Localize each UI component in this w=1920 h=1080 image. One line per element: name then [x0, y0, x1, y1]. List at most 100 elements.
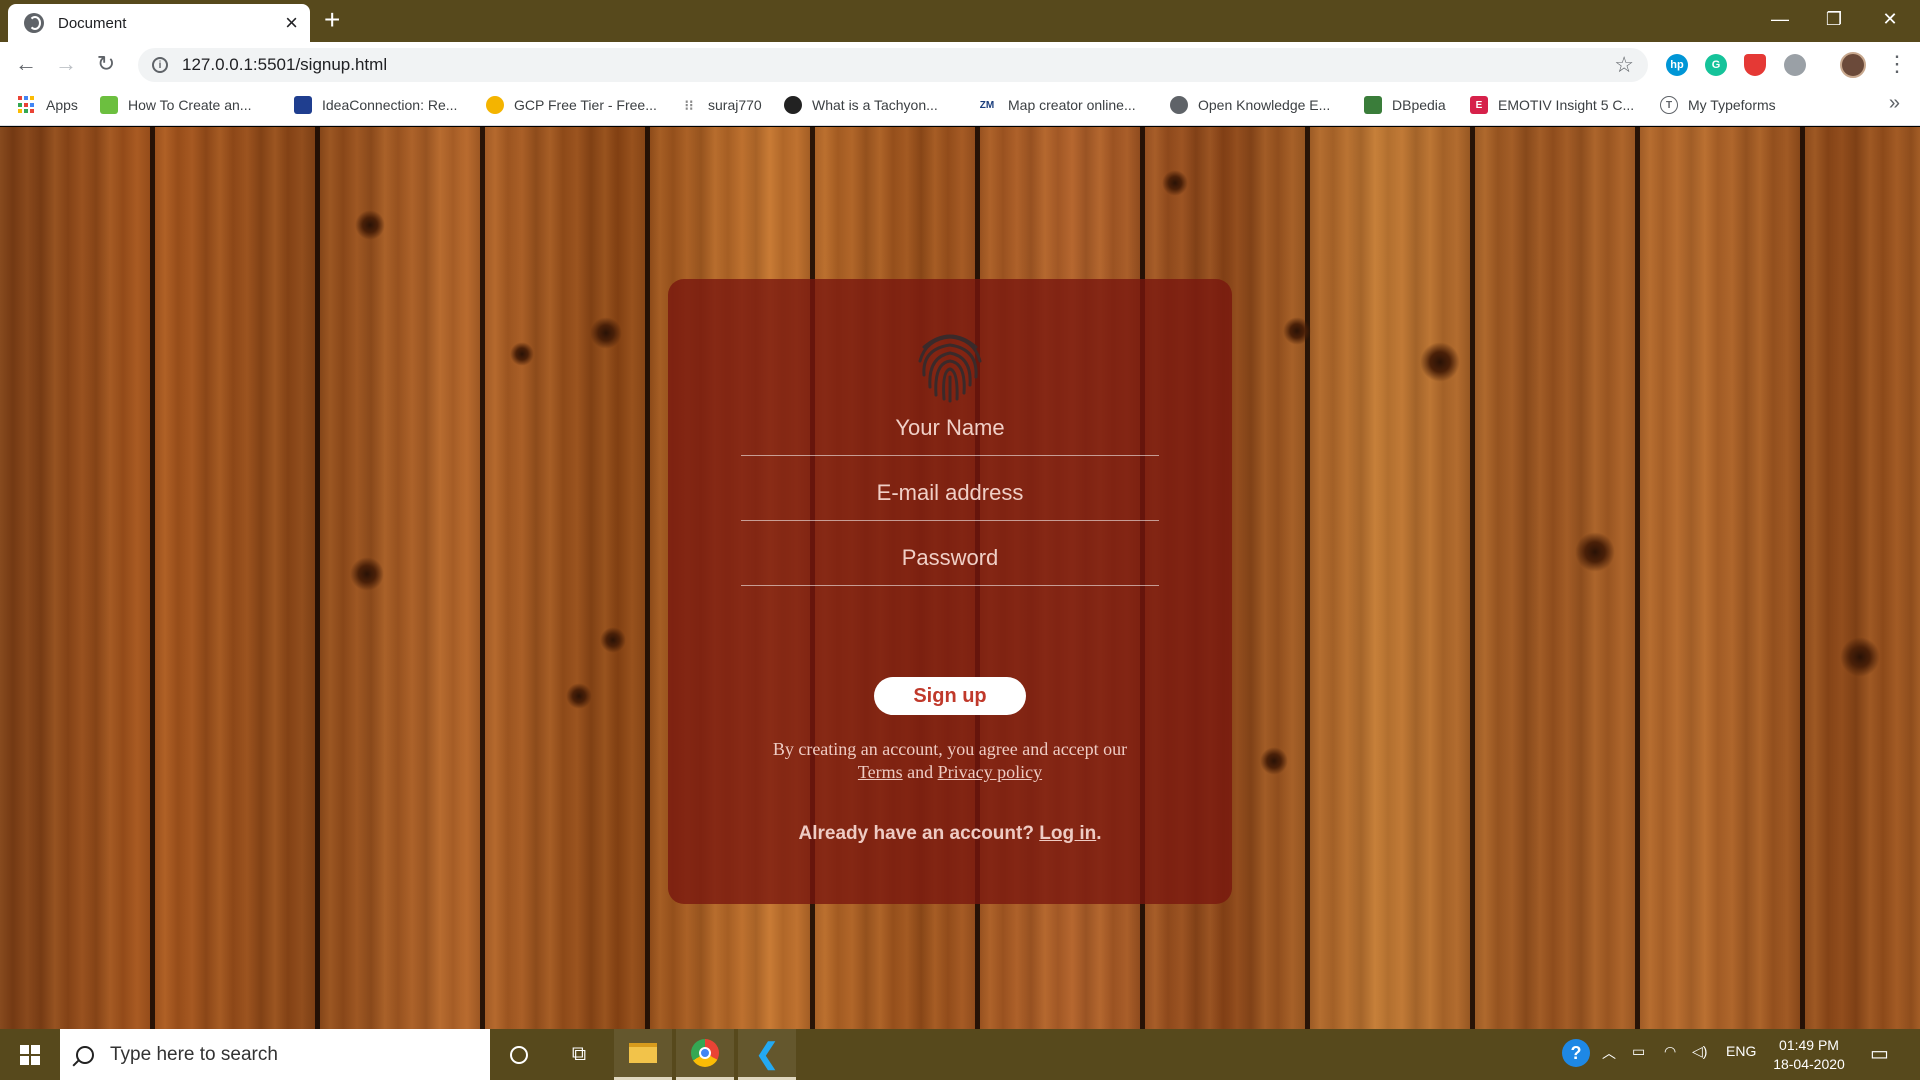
- bookmark-label: Map creator online...: [1008, 97, 1136, 113]
- browser-tab[interactable]: Document ×: [8, 4, 310, 42]
- tachyon-icon: [784, 96, 802, 114]
- tab-title: Document: [58, 14, 127, 32]
- battery-icon[interactable]: ▭: [1632, 1043, 1645, 1060]
- terms-prefix: By creating an account, you agree and ac…: [772, 739, 1128, 759]
- bookmarks-bar: Apps How To Create an... IdeaConnection:…: [0, 86, 1920, 126]
- minimize-button[interactable]: —: [1752, 0, 1808, 38]
- tab-close-icon[interactable]: ×: [285, 12, 298, 34]
- back-arrow-icon[interactable]: ←: [12, 50, 40, 78]
- reload-icon[interactable]: ↻: [92, 50, 120, 78]
- url-text: 127.0.0.1:5501/signup.html: [182, 55, 388, 74]
- shield-extension-icon[interactable]: [1744, 54, 1766, 76]
- clock-date: 18-04-2020: [1773, 1056, 1845, 1072]
- name-field: [741, 400, 1159, 456]
- login-suffix: .: [1096, 823, 1102, 844]
- globe-icon: [24, 13, 44, 33]
- bookmark-star-icon[interactable]: ☆: [1614, 52, 1634, 78]
- tray-chevron-icon[interactable]: ︿: [1602, 1043, 1616, 1063]
- wood-knot: [1575, 532, 1615, 572]
- help-icon[interactable]: ?: [1562, 1039, 1590, 1067]
- bookmark-label: GCP Free Tier - Free...: [514, 97, 657, 113]
- bookmark-label: How To Create an...: [128, 97, 252, 113]
- chrome-button[interactable]: [676, 1029, 734, 1080]
- bookmark-item[interactable]: How To Create an...: [100, 96, 251, 114]
- idea-icon: [294, 96, 312, 114]
- bookmark-label: Apps: [46, 97, 78, 113]
- bookmark-label: EMOTIV Insight 5 C...: [1498, 97, 1635, 113]
- wood-knot: [600, 627, 626, 653]
- bookmark-label: suraj770: [708, 97, 762, 113]
- window-close-button[interactable]: ✕: [1862, 0, 1918, 38]
- already-text: Already have an account?: [798, 823, 1034, 844]
- name-input[interactable]: [741, 414, 1159, 441]
- dbpedia-icon: [1364, 96, 1382, 114]
- wood-knot: [1840, 637, 1880, 677]
- privacy-policy-link[interactable]: Privacy policy: [938, 762, 1042, 782]
- start-button[interactable]: [0, 1029, 60, 1080]
- page-background: Sign up By creating an account, you agre…: [0, 127, 1920, 1029]
- hp-extension-icon[interactable]: hp: [1666, 54, 1688, 76]
- new-tab-button[interactable]: +: [324, 6, 340, 34]
- restore-button[interactable]: ❐: [1806, 0, 1862, 38]
- login-link[interactable]: Log in: [1039, 823, 1096, 844]
- search-icon: [76, 1045, 94, 1064]
- signup-button[interactable]: Sign up: [874, 677, 1026, 715]
- bookmark-item[interactable]: DBpedia: [1364, 96, 1446, 114]
- language-indicator[interactable]: ENG: [1726, 1043, 1756, 1059]
- bookmark-item[interactable]: E EMOTIV Insight 5 C...: [1470, 96, 1634, 114]
- browser-toolbar: ← → ↻ i 127.0.0.1:5501/signup.html ☆ hp …: [0, 42, 1920, 86]
- profile-avatar[interactable]: [1840, 52, 1866, 78]
- system-clock[interactable]: 01:49 PM 18-04-2020: [1764, 1036, 1854, 1074]
- bookmark-item[interactable]: Open Knowledge E...: [1170, 96, 1330, 114]
- folder-icon: [629, 1043, 657, 1063]
- task-view-icon: ⧉: [571, 1043, 587, 1065]
- bookmark-item[interactable]: ⁝⁝ suraj770: [680, 96, 762, 114]
- address-bar[interactable]: i 127.0.0.1:5501/signup.html ☆: [138, 48, 1648, 82]
- bookmark-apps[interactable]: Apps: [18, 96, 78, 114]
- bookmarks-overflow-icon[interactable]: »: [1889, 92, 1900, 115]
- apps-grid-icon: [18, 96, 36, 114]
- globe-icon: [1170, 96, 1188, 114]
- password-field: [741, 530, 1159, 586]
- cortana-icon: [510, 1045, 528, 1064]
- fingerprint-icon: [918, 334, 982, 403]
- chrome-icon: [691, 1039, 719, 1067]
- wood-knot: [1283, 317, 1311, 345]
- wood-knot: [350, 557, 384, 591]
- drive-extension-icon[interactable]: [1784, 54, 1806, 76]
- bookmark-label: Open Knowledge E...: [1198, 97, 1331, 113]
- gcp-icon: [486, 96, 504, 114]
- wood-knot: [510, 342, 534, 366]
- password-input[interactable]: [741, 544, 1159, 571]
- wifi-icon[interactable]: ◠: [1664, 1043, 1676, 1060]
- terms-link[interactable]: Terms: [858, 762, 903, 782]
- bookmark-label: DBpedia: [1392, 97, 1446, 113]
- wood-knot: [590, 317, 622, 349]
- bookmark-item[interactable]: IdeaConnection: Re...: [294, 96, 457, 114]
- taskbar-search[interactable]: [60, 1029, 490, 1080]
- emotiv-icon: E: [1470, 96, 1488, 114]
- taskbar-search-input[interactable]: [110, 1043, 470, 1066]
- bookmark-item[interactable]: T My Typeforms: [1660, 96, 1776, 114]
- notifications-icon[interactable]: ▭: [1870, 1041, 1889, 1066]
- bookmark-item[interactable]: GCP Free Tier - Free...: [486, 96, 657, 114]
- vscode-icon: ❮: [755, 1037, 779, 1069]
- browser-menu-icon[interactable]: ⋮: [1886, 50, 1908, 78]
- file-explorer-button[interactable]: [614, 1029, 672, 1080]
- grammarly-extension-icon[interactable]: G: [1705, 54, 1727, 76]
- email-field: [741, 465, 1159, 521]
- info-icon[interactable]: i: [152, 57, 168, 73]
- volume-icon[interactable]: ◁): [1692, 1043, 1707, 1060]
- task-view-button[interactable]: ⧉: [550, 1029, 608, 1080]
- forward-arrow-icon[interactable]: →: [52, 50, 80, 78]
- cortana-button[interactable]: [490, 1029, 548, 1080]
- typeform-icon: T: [1660, 96, 1678, 114]
- browser-tab-bar: Document × + — ❐ ✕: [0, 0, 1920, 42]
- email-input[interactable]: [741, 479, 1159, 506]
- bookmark-item[interactable]: ZM Map creator online...: [976, 96, 1136, 114]
- taskbar: ⧉ ❮ ? ︿ ▭ ◠ ◁) ENG 01:49 PM 18-04-2020 ▭: [0, 1029, 1920, 1080]
- terms-text: By creating an account, you agree and ac…: [708, 738, 1192, 784]
- vscode-button[interactable]: ❮: [738, 1029, 796, 1080]
- windows-logo-icon: [20, 1044, 40, 1065]
- bookmark-item[interactable]: What is a Tachyon...: [784, 96, 938, 114]
